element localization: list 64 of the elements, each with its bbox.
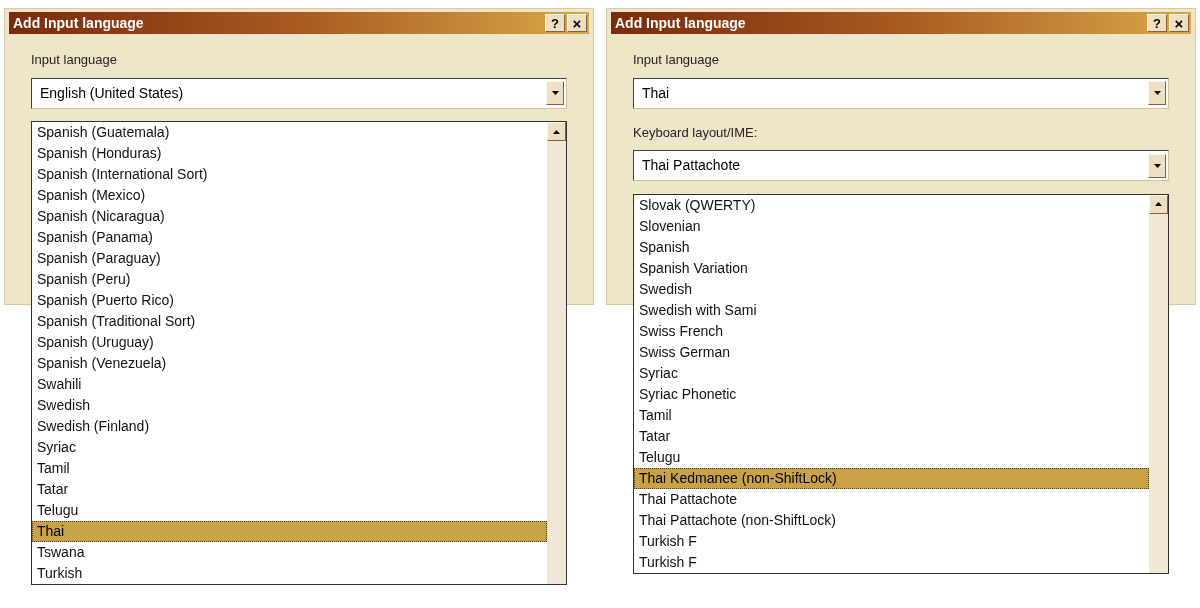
window-title: Add Input language [615,13,746,33]
list-item[interactable]: Slovenian [634,215,1149,237]
list-item[interactable]: Spanish (Venezuela) [32,353,547,374]
dropdown-button[interactable] [1148,153,1166,178]
up-arrow-icon [553,129,560,134]
dropdown-field[interactable]: English (United States) [31,77,567,109]
list-item[interactable]: Spanish (Traditional Sort) [32,311,547,332]
list-item[interactable]: Swiss German [634,341,1149,363]
list-item[interactable]: Spanish (Panama) [32,227,547,248]
close-button[interactable]: × [1169,14,1189,32]
list-item[interactable]: Spanish (International Sort) [32,164,547,185]
list-item[interactable]: Swiss French [634,320,1149,342]
list-item[interactable]: Spanish (Guatemala) [32,122,547,143]
close-button[interactable]: × [567,14,587,32]
list-item[interactable]: Spanish (Uruguay) [32,332,547,353]
field-label: Input language [31,51,119,69]
list-item[interactable]: Syriac [634,362,1149,384]
dropdown-field[interactable]: Thai Pattachote [633,150,1169,181]
up-arrow-icon [1155,202,1162,206]
list-item[interactable]: Tamil [634,404,1149,426]
list-item[interactable]: Swahili [32,374,547,395]
scroll-up-button[interactable] [547,122,566,141]
dropdown-button[interactable] [1148,81,1166,105]
dropdown-field[interactable]: Thai [633,77,1169,109]
dropdown-arrow-icon [1153,163,1161,168]
list-item[interactable]: Thai [32,521,547,542]
list-item[interactable]: Thai Pattachote (non-ShiftLock) [634,509,1149,531]
list-item[interactable]: Turkish [32,563,547,584]
list-item[interactable]: Spanish (Nicaragua) [32,206,547,227]
dropdown-arrow-icon [1153,91,1161,95]
list-item[interactable]: Spanish (Honduras) [32,143,547,164]
help-button[interactable]: ? [1147,14,1167,32]
dropdown-button[interactable] [546,81,564,105]
list-item[interactable]: Spanish (Puerto Rico) [32,290,547,311]
list-item[interactable]: Tatar [32,479,547,500]
scroll-up-button[interactable] [1149,194,1168,214]
list-item[interactable]: Spanish (Paraguay) [32,248,547,269]
list-item[interactable]: Syriac Phonetic [634,383,1149,405]
list-item[interactable]: Tamil [32,458,547,479]
field-label: Input language [633,51,721,69]
list-item[interactable]: Spanish Variation [634,257,1149,279]
list-item[interactable]: Tswana [32,542,547,563]
list-item[interactable]: Swedish with Sami [634,299,1149,321]
list-item[interactable]: Turkish F [634,530,1149,552]
scrollbar[interactable] [547,122,566,584]
list-item[interactable]: Syriac [32,437,547,458]
list-item[interactable]: Telugu [32,500,547,521]
list-item[interactable]: Spanish (Mexico) [32,185,547,206]
list-item[interactable]: Tatar [634,425,1149,447]
list-item[interactable]: Turkish F [634,551,1149,573]
list-item[interactable]: Swedish (Finland) [32,416,547,437]
list-item[interactable]: Thai Pattachote [634,488,1149,510]
field-label: Keyboard layout/IME: [633,123,759,142]
scrollbar[interactable] [1149,194,1168,573]
dropdown-arrow-icon [551,91,559,95]
list-item[interactable]: Swedish [634,278,1149,300]
help-button[interactable]: ? [545,14,565,32]
list-item[interactable]: Thai Kedmanee (non-ShiftLock) [634,467,1149,489]
list-item[interactable]: Spanish [634,236,1149,258]
list-item[interactable]: Slovak (QWERTY) [634,194,1149,216]
window-title: Add Input language [13,13,144,33]
list-item[interactable]: Telugu [634,446,1149,468]
list-item[interactable]: Spanish (Peru) [32,269,547,290]
list-item[interactable]: Swedish [32,395,547,416]
